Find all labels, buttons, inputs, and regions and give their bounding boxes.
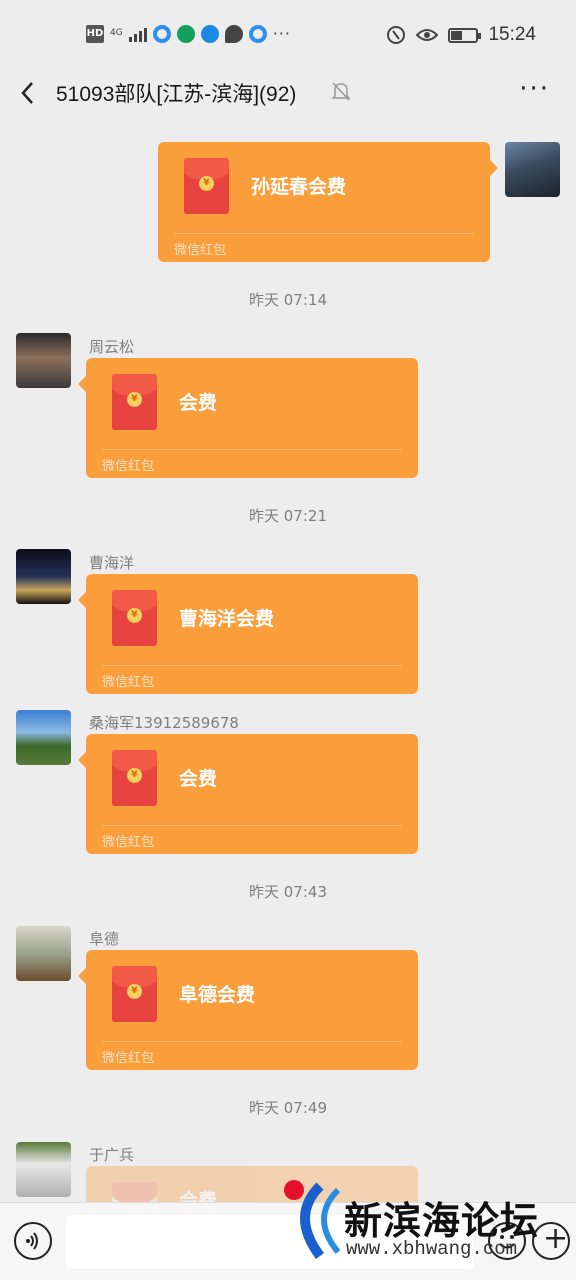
battery-icon — [448, 27, 482, 43]
message-bubble-icon — [224, 24, 243, 43]
nfc-icon — [387, 26, 406, 44]
avatar[interactable] — [16, 333, 71, 388]
chat-header: 51093部队[江苏-滨海](92) ··· — [0, 72, 576, 112]
red-packet-label: 微信红包 — [102, 675, 155, 690]
clock: 15:24 — [488, 24, 536, 45]
red-envelope-icon: ¥ — [184, 158, 229, 214]
timestamp: 昨天 07:21 — [249, 507, 327, 525]
red-packet-message[interactable]: ¥ 会费 微信红包 — [78, 358, 418, 478]
red-packet-label: 微信红包 — [174, 243, 227, 258]
hd-icon: HD — [86, 24, 104, 43]
watermark-name: 新滨海论坛 — [344, 1201, 540, 1243]
red-envelope-icon: ¥ — [112, 590, 157, 646]
watermark-logo: 新滨海论坛 www.xbhwang.com — [280, 1176, 576, 1266]
signal-bars-icon — [128, 26, 147, 42]
red-packet-title: 孙延春会费 — [251, 176, 347, 198]
timestamp: 昨天 07:14 — [249, 291, 327, 309]
avatar[interactable] — [16, 926, 71, 981]
avatar[interactable] — [16, 710, 71, 765]
chrome-blue-icon — [152, 24, 171, 43]
red-packet-title: 阜德会费 — [179, 984, 256, 1006]
timestamp: 昨天 07:43 — [249, 883, 327, 901]
avatar[interactable] — [16, 1142, 71, 1197]
timestamp: 昨天 07:49 — [249, 1099, 327, 1117]
red-packet-message[interactable]: ¥ 曹海洋会费 微信红包 — [78, 574, 418, 694]
status-bar: HD 4G ··· 15:24 — [0, 0, 576, 72]
network-type: 4G — [110, 28, 123, 38]
sender-name: 于广兵 — [89, 1146, 135, 1164]
eye-icon — [416, 29, 439, 41]
chat-title: 51093部队[江苏-滨海](92) — [56, 83, 297, 106]
red-packet-label: 微信红包 — [102, 1051, 155, 1066]
avatar[interactable] — [16, 549, 71, 604]
mute-bell-icon — [331, 82, 351, 101]
red-packet-title: 会费 — [179, 768, 218, 790]
watermark-url: www.xbhwang.com — [346, 1238, 518, 1260]
red-packet-message[interactable]: ¥ 孙延春会费 微信红包 — [158, 142, 498, 262]
red-packet-label: 微信红包 — [102, 835, 155, 850]
red-envelope-icon: ¥ — [112, 750, 157, 806]
red-packet-label: 微信红包 — [102, 459, 155, 474]
red-packet-message[interactable]: ¥ 会费 微信红包 — [78, 734, 418, 854]
red-envelope-icon: ¥ — [112, 966, 157, 1022]
sender-name: 桑海军13912589678 — [89, 714, 239, 732]
more-options-button[interactable]: ··· — [519, 74, 550, 104]
red-packet-title: 会费 — [179, 392, 218, 414]
sender-name: 曹海洋 — [89, 554, 135, 572]
sender-name: 阜德 — [89, 930, 120, 948]
more-notifications-icon: ··· — [272, 24, 291, 43]
avatar[interactable] — [505, 142, 560, 197]
red-packet-message[interactable]: ¥ 阜德会费 微信红包 — [78, 950, 418, 1070]
back-chevron-icon[interactable] — [14, 78, 44, 108]
telegram-icon — [200, 24, 219, 43]
sender-name: 周云松 — [89, 338, 135, 356]
china-mobile-icon — [176, 24, 195, 43]
red-envelope-icon — [112, 1182, 157, 1204]
voice-icon[interactable] — [14, 1222, 52, 1260]
red-envelope-icon: ¥ — [112, 374, 157, 430]
red-packet-title: 曹海洋会费 — [179, 608, 275, 630]
browser-icon — [248, 24, 267, 43]
